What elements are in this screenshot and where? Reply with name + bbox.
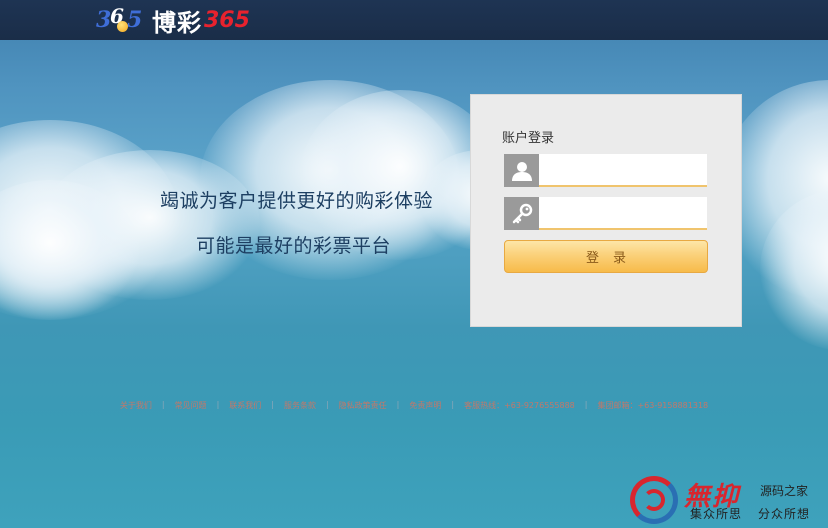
footer-divider: | [161,400,165,409]
user-icon [504,154,539,187]
footer-link-privacy[interactable]: 隐私政策责任 [331,400,395,411]
logo-name: 博彩 [152,8,202,37]
watermark-motto-2: 分众所想 [758,507,811,521]
watermark: 無抑 源码之家 集众所思 分众所想 [630,474,828,528]
footer-link-faq[interactable]: 常见问题 [167,400,215,411]
password-field [504,197,707,230]
site-logo[interactable]: 3 6 5 博彩 365 [96,3,250,37]
footer-divider: | [325,400,329,409]
footer-divider: | [584,400,588,409]
logo-ball-icon [117,21,128,32]
key-icon [504,197,539,230]
footer-group-mail: 集团邮箱：+63-9158881318 [597,401,709,410]
footer-link-contact[interactable]: 联系我们 [221,400,269,411]
top-header: 3 6 5 博彩 365 [0,0,828,40]
logo-digit-3: 5 [127,7,143,33]
footer-link-disclaimer[interactable]: 免责声明 [401,400,449,411]
password-input[interactable] [540,197,707,230]
footer-link-about[interactable]: 关于我们 [112,400,160,411]
footer-link-terms[interactable]: 服务条款 [276,400,324,411]
slogan-line-2: 可能是最好的彩票平台 [196,235,392,257]
logo-number: 365 [204,7,250,33]
footer-hotline: 客服热线：+63-9276555888 [464,401,575,410]
watermark-logo-inner-icon [643,489,665,511]
footer-divider: | [396,400,400,409]
logo-365-mark: 3 6 5 [96,3,150,37]
slogan-line-1: 竭诚为客户提供更好的购彩体验 [160,190,434,212]
footer-divider: | [451,400,455,409]
footer-links: 关于我们 | 常见问题 | 联系我们 | 服务条款 | 隐私政策责任 | 免责声… [0,400,828,411]
username-input[interactable] [540,154,707,187]
username-field [504,154,707,187]
login-title: 账户登录 [502,131,555,146]
footer-divider: | [271,400,274,409]
footer-divider: | [216,400,220,409]
login-button[interactable]: 登录 [504,240,708,273]
watermark-title: 源码之家 [760,484,809,498]
login-panel: 账户登录 登录 [470,94,742,327]
watermark-motto-1: 集众所思 [690,507,743,521]
